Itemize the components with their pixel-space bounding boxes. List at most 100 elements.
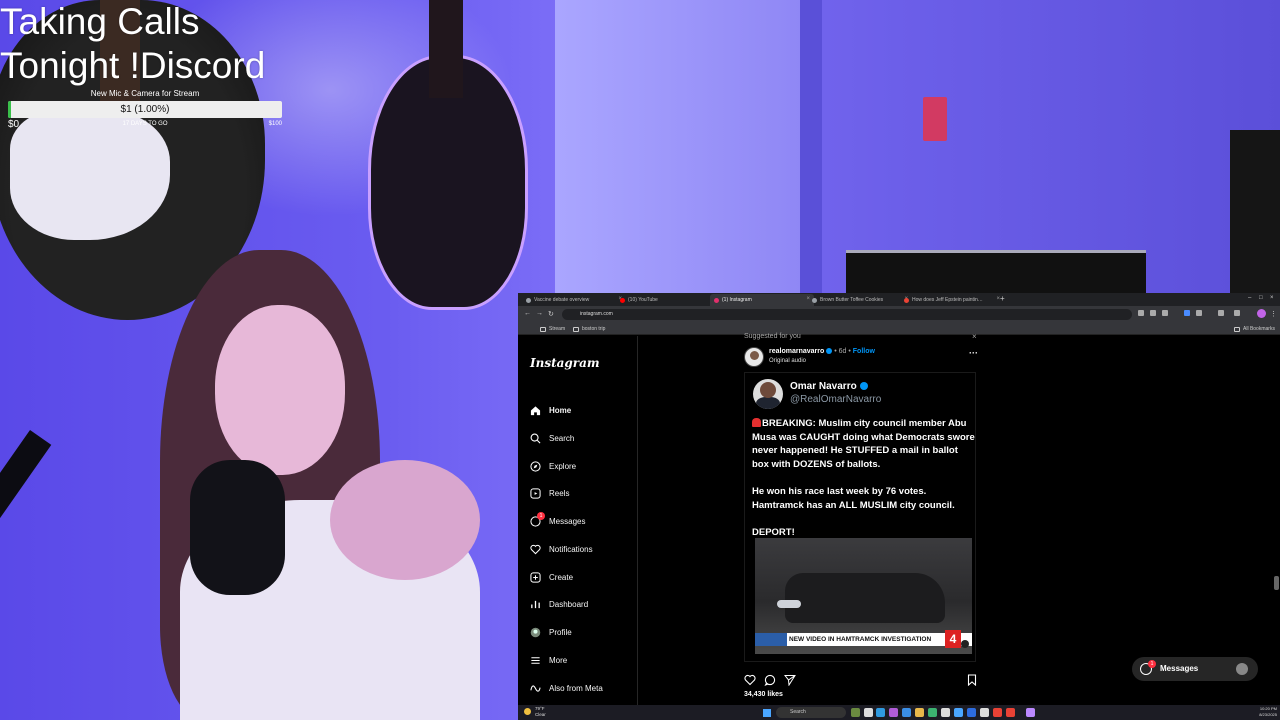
bookmark-stream[interactable]: Stream: [540, 326, 565, 332]
nav-messages[interactable]: 1 Messages: [530, 511, 586, 528]
nav-profile[interactable]: Profile: [530, 625, 572, 639]
folder-icon: [573, 326, 579, 332]
mute-icon[interactable]: [961, 640, 969, 648]
notification-badge: 1: [537, 511, 545, 520]
widgets-icon[interactable]: [851, 708, 860, 717]
edge-icon[interactable]: [876, 708, 885, 717]
post-audio[interactable]: Original audio: [769, 358, 806, 364]
tab-label: Vaccine debate overview: [534, 297, 590, 303]
dismiss-icon[interactable]: ×: [972, 332, 977, 341]
save-bookmark-icon[interactable]: [966, 674, 978, 686]
tab-instagram[interactable]: (1) Instagram ×: [710, 294, 814, 306]
app-icon[interactable]: [889, 708, 898, 717]
back-icon[interactable]: ←: [524, 310, 531, 317]
bookmark-boston-trip[interactable]: boston trip: [573, 326, 605, 332]
profile-avatar-icon: [530, 627, 541, 638]
youtube-icon: [620, 297, 625, 303]
all-bookmarks[interactable]: All Bookmarks: [1234, 326, 1275, 332]
nav-reels[interactable]: Reels: [530, 486, 569, 500]
hamburger-icon: [530, 655, 541, 666]
bookmarks-bar: Stream boston trip All Bookmarks: [518, 323, 1280, 335]
share-icon[interactable]: [784, 674, 796, 686]
url-field[interactable]: instagram.com: [562, 309, 1132, 320]
nav-search[interactable]: Search: [530, 431, 574, 445]
tweet-handle: @RealOmarNavarro: [790, 394, 882, 405]
more-options-icon[interactable]: ···: [969, 348, 978, 358]
app-icon[interactable]: [902, 708, 911, 717]
tweet-video[interactable]: NEW VIDEO IN HAMTRAMCK INVESTIGATION 4: [755, 538, 972, 654]
comment-icon[interactable]: [764, 674, 776, 686]
forward-icon[interactable]: →: [536, 310, 543, 317]
chrome-icon[interactable]: [1006, 708, 1015, 717]
file-explorer-icon[interactable]: [915, 708, 924, 717]
nav-label: Messages: [549, 516, 586, 526]
goal-progress-bar: $1 (1.00%): [8, 101, 282, 118]
taskbar-search-placeholder: Search: [790, 709, 806, 715]
nav-notifications[interactable]: Notifications: [530, 542, 593, 556]
app-icon[interactable]: [941, 708, 950, 717]
task-view-icon[interactable]: [864, 708, 873, 717]
nav-also-from-meta[interactable]: Also from Meta: [530, 681, 603, 695]
tab-youtube[interactable]: (10) YouTube ×: [616, 294, 720, 306]
like-heart-icon[interactable]: [744, 674, 756, 686]
new-tab-icon[interactable]: +: [1000, 294, 1005, 303]
weather-widget[interactable]: 79°F Clear: [524, 706, 546, 718]
news-ticker-text: NEW VIDEO IN HAMTRAMCK INVESTIGATION: [789, 636, 932, 643]
reload-icon[interactable]: ↻: [548, 310, 554, 318]
app-icon[interactable]: [928, 708, 937, 717]
follow-button[interactable]: Follow: [853, 348, 875, 355]
nav-create[interactable]: Create: [530, 570, 573, 584]
tab-toffee-cookies[interactable]: Brown Butter Toffee Cookies ×: [808, 294, 912, 306]
stream-title: Taking Calls Tonight !Discord: [0, 0, 265, 88]
clock-date: 8/23/2025: [1259, 712, 1277, 717]
likes-count[interactable]: 34,430 likes: [744, 691, 783, 698]
minimize-icon[interactable]: –: [1248, 295, 1251, 301]
app-icon[interactable]: [980, 708, 989, 717]
taskbar-clock[interactable]: 10:20 PM 8/23/2025: [1249, 706, 1277, 718]
tweet-author-name: Omar Navarro: [790, 381, 857, 392]
sidebar-icon[interactable]: [1218, 310, 1224, 316]
post-avatar[interactable]: [744, 347, 764, 367]
windows-start-icon[interactable]: [763, 709, 771, 717]
nav-explore[interactable]: Explore: [530, 459, 576, 473]
tab-epstein-painting[interactable]: How does Jeff Epstein paintin… ×: [900, 294, 1004, 306]
nav-dashboard[interactable]: Dashboard: [530, 597, 588, 611]
tweet-card[interactable]: Omar Navarro @RealOmarNavarro BREAKING: …: [744, 372, 976, 662]
profile-avatar[interactable]: [1257, 309, 1266, 318]
tab-vaccine-debate[interactable]: Vaccine debate overview ×: [522, 294, 626, 306]
app-icon[interactable]: [954, 708, 963, 717]
nav-more[interactable]: More: [530, 653, 567, 667]
close-window-icon[interactable]: ×: [1270, 295, 1274, 301]
folder-icon: [1234, 326, 1240, 332]
nav-label: Reels: [549, 488, 570, 498]
nav-home[interactable]: Home: [530, 403, 571, 417]
zoom-icon[interactable]: [1150, 310, 1156, 316]
extension-icon[interactable]: [1184, 310, 1190, 316]
google-icon: [904, 297, 909, 303]
siren-icon: [752, 418, 761, 427]
messages-label: Messages: [1160, 664, 1199, 673]
messages-button[interactable]: 1 Messages: [1132, 657, 1258, 681]
bookmark-label: boston trip: [582, 326, 606, 332]
taskbar-search[interactable]: Search: [776, 707, 846, 718]
cast-icon[interactable]: [1138, 310, 1144, 316]
station-logo: 4: [945, 630, 961, 648]
search-icon: [530, 433, 541, 444]
bookmark-star-icon[interactable]: [1162, 310, 1168, 316]
app-icon[interactable]: [993, 708, 1002, 717]
stream-frame: Taking Calls Tonight !Discord New Mic & …: [0, 0, 1280, 720]
suggested-label: Suggested for you: [744, 333, 801, 340]
maximize-icon[interactable]: □: [1259, 295, 1263, 301]
download-icon[interactable]: [1234, 310, 1240, 316]
menu-kebab-icon[interactable]: ⋮: [1270, 310, 1277, 318]
extensions-puzzle-icon[interactable]: [1196, 310, 1202, 316]
scrollbar-thumb[interactable]: [1274, 576, 1279, 590]
post-username[interactable]: realomarnavarro: [769, 348, 824, 355]
message-avatar: [1236, 663, 1248, 675]
messages-badge: 1: [1148, 660, 1156, 668]
car: [785, 573, 945, 623]
app-icon[interactable]: [1026, 708, 1035, 717]
steam-icon[interactable]: [967, 708, 976, 717]
nav-label: Dashboard: [549, 599, 589, 609]
instagram-logo[interactable]: Instagram: [530, 356, 600, 370]
